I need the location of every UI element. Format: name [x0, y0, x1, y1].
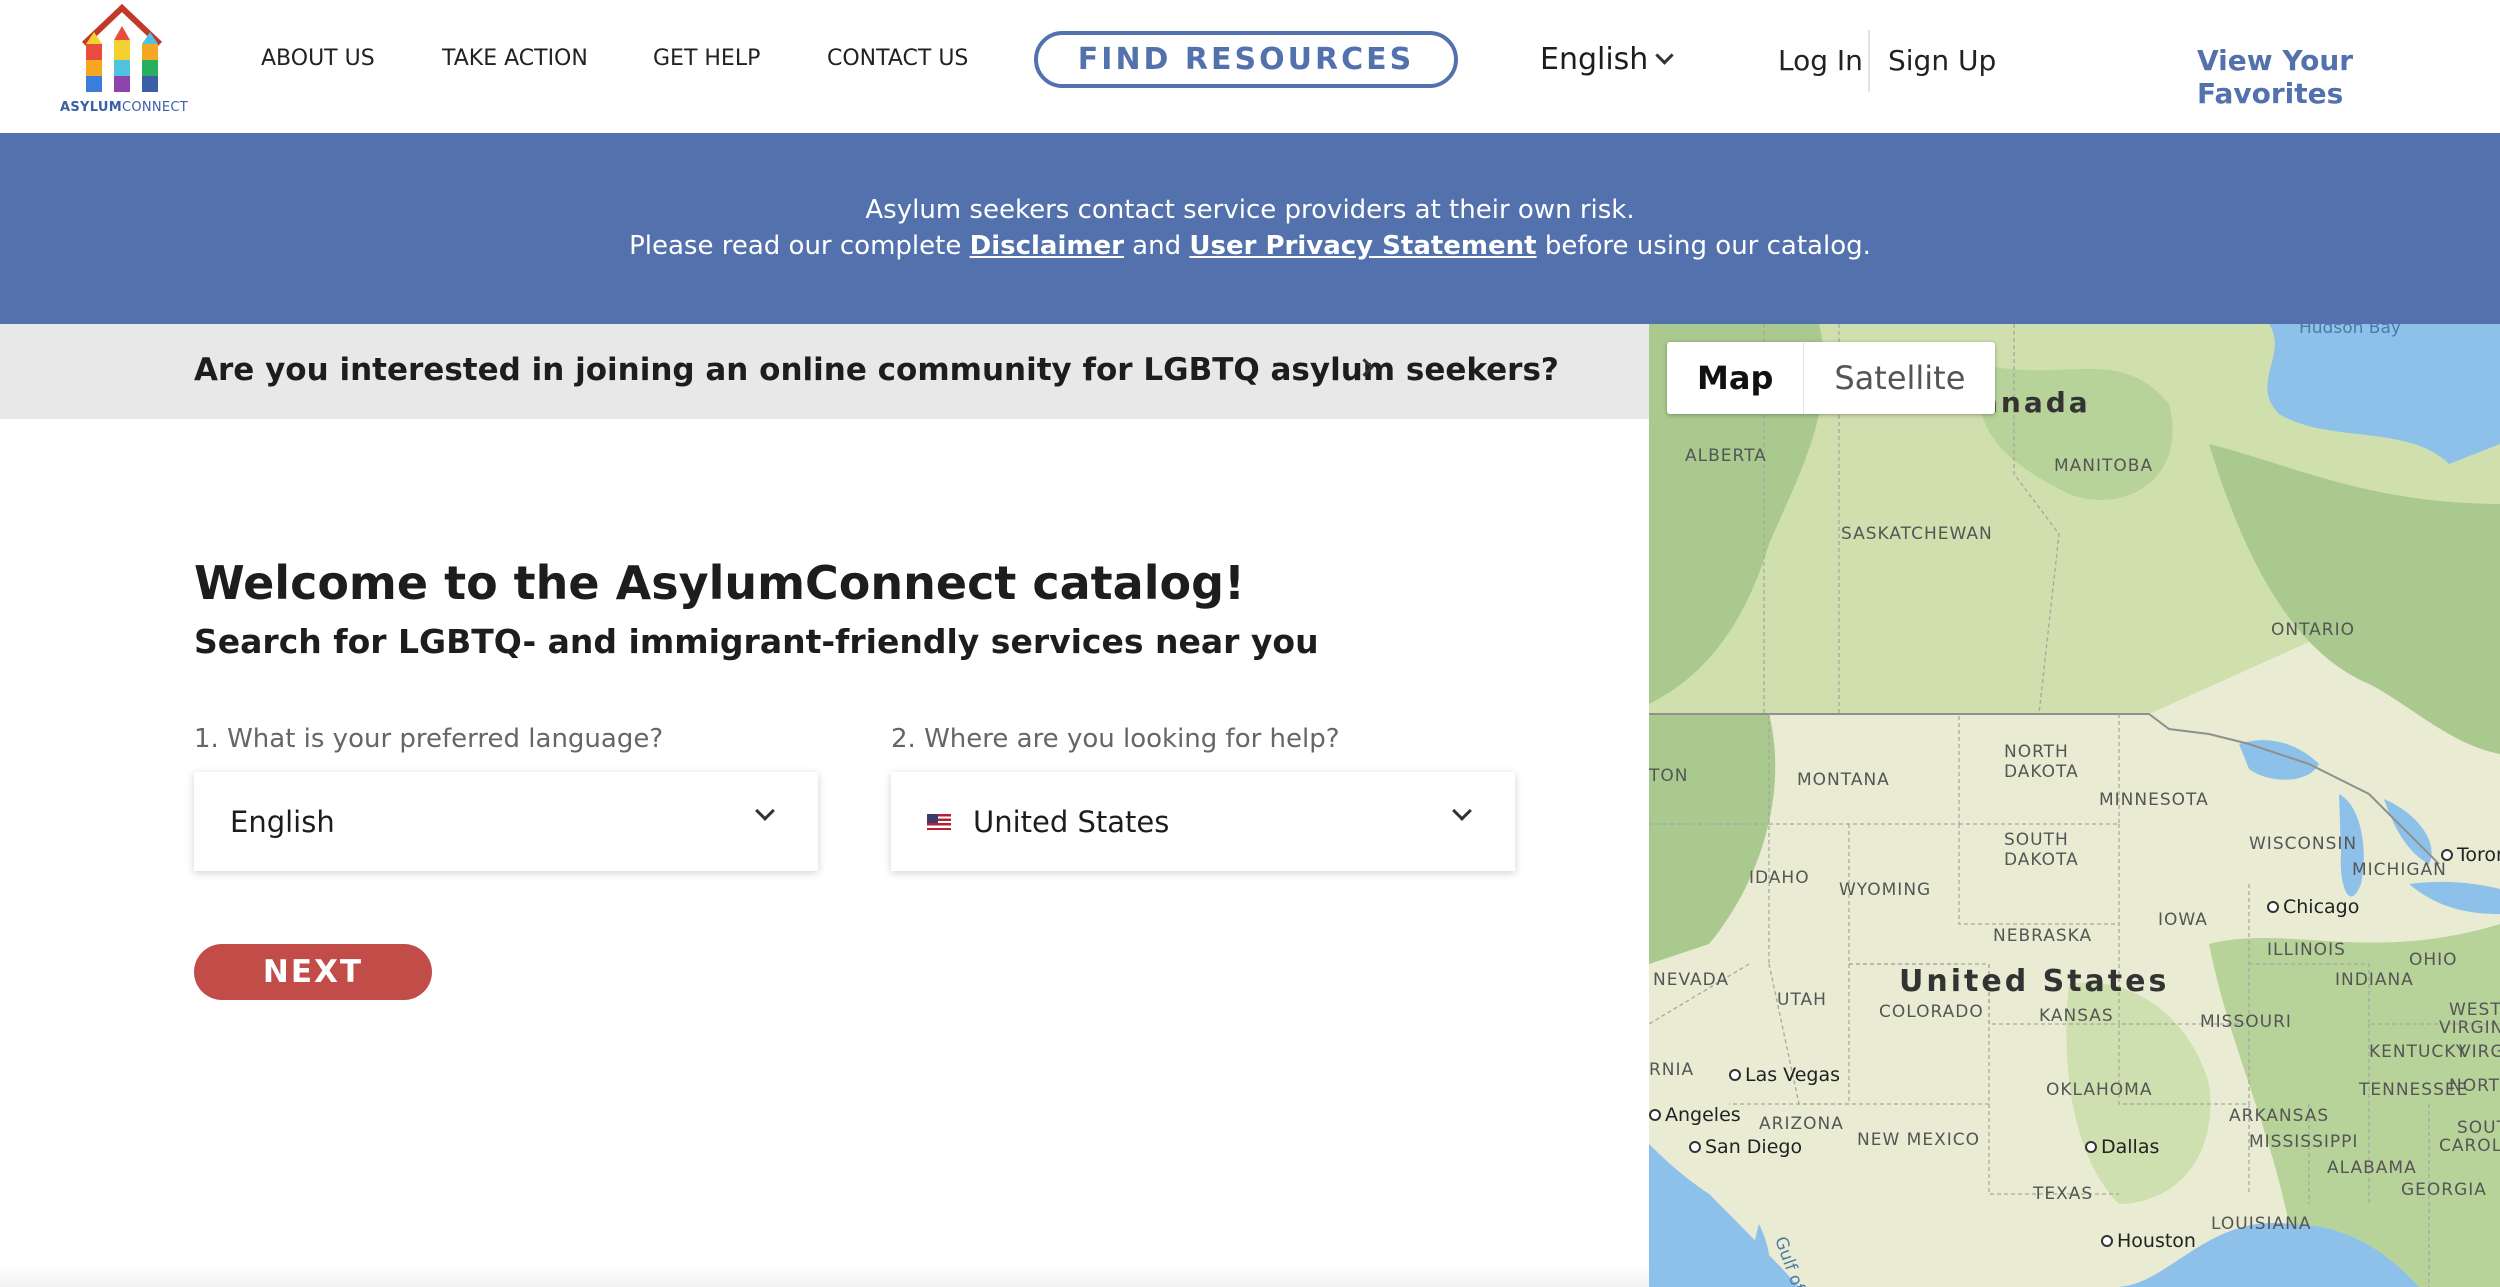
- map-label-california: RNIA: [1649, 1060, 1695, 1080]
- map-label-illinois: ILLINOIS: [2267, 940, 2346, 960]
- map-label-oklahoma: OKLAHOMA: [2046, 1080, 2153, 1100]
- map-label-hudson-bay: Hudson Bay: [2299, 324, 2401, 338]
- language-question: 1. What is your preferred language?: [194, 724, 664, 754]
- map-type-map-button[interactable]: Map: [1667, 342, 1805, 414]
- disclaimer-link[interactable]: Disclaimer: [970, 231, 1124, 261]
- map-label-south-dakota-2: DAKOTA: [2004, 850, 2079, 870]
- page-bottom-fade: [0, 1265, 1649, 1287]
- asylumconnect-logo[interactable]: ASYLUMCONNECT: [60, 4, 189, 116]
- map-label-arkansas: ARKANSAS: [2229, 1106, 2330, 1126]
- map-label-new-mexico: NEW MEXICO: [1857, 1130, 1980, 1150]
- map-label-united-states: United States: [1899, 964, 2170, 999]
- next-button[interactable]: NEXT: [194, 944, 432, 1000]
- map-label-wisconsin: WISCONSIN: [2249, 834, 2358, 854]
- map-label-michigan: MICHIGAN: [2352, 860, 2447, 880]
- map-label-west-virginia: WEST: [2449, 1000, 2500, 1020]
- nav-contact-us[interactable]: CONTACT US: [827, 46, 968, 71]
- map-label-georgia: GEORGIA: [2401, 1180, 2487, 1200]
- map-label-canada: anada: [1979, 386, 2091, 419]
- map-label-montana: MONTANA: [1797, 770, 1890, 790]
- map-type-satellite-button[interactable]: Satellite: [1804, 342, 1995, 414]
- map-label-south-dakota: SOUTH: [2004, 830, 2069, 850]
- map-label-texas: TEXAS: [2033, 1184, 2094, 1204]
- site-header: ASYLUMCONNECT ABOUT US TAKE ACTION GET H…: [0, 0, 2500, 133]
- nav-get-help[interactable]: GET HELP: [653, 46, 760, 71]
- map-label-kansas: KANSAS: [2039, 1006, 2114, 1026]
- community-prompt-text: Are you interested in joining an online …: [194, 352, 1559, 388]
- map-label-south-carolina: SOUTH: [2457, 1118, 2500, 1138]
- map-label-indiana: INDIANA: [2335, 970, 2414, 990]
- map-city-houston: Houston: [2101, 1230, 2196, 1252]
- page-subtitle: Search for LGBTQ- and immigrant-friendly…: [194, 622, 1319, 661]
- us-flag-icon: [927, 813, 951, 830]
- map-city-los-angeles: Angeles: [1649, 1104, 1741, 1126]
- map-city-toronto: Toront: [2441, 844, 2500, 866]
- map-label-idaho: IDAHO: [1749, 868, 1810, 888]
- language-label: English: [1540, 42, 1649, 77]
- community-prompt[interactable]: Are you interested in joining an online …: [0, 324, 1649, 419]
- logo-wordmark: ASYLUMCONNECT: [60, 100, 189, 115]
- risk-notice: Asylum seekers contact service providers…: [865, 195, 1635, 225]
- language-dropdown-value: English: [230, 804, 335, 839]
- map-label-saskatchewan: SASKATCHEWAN: [1841, 524, 1993, 544]
- map-label-iowa: IOWA: [2158, 910, 2208, 930]
- map-label-south-carolina-2: CAROLINA: [2439, 1136, 2500, 1156]
- language-selector[interactable]: English: [1540, 42, 1675, 77]
- location-dropdown[interactable]: United States: [891, 772, 1515, 871]
- signup-link[interactable]: Sign Up: [1888, 44, 1996, 77]
- map-label-north-carolina: NORTH CAROL: [2449, 1076, 2500, 1096]
- chevron-down-icon: [1655, 46, 1675, 65]
- nav-about-us[interactable]: ABOUT US: [261, 46, 375, 71]
- privacy-statement-link[interactable]: User Privacy Statement: [1189, 231, 1536, 261]
- disclaimer-notice: Please read our complete Disclaimer and …: [629, 231, 1871, 261]
- view-favorites-link[interactable]: View Your Favorites: [2197, 44, 2500, 110]
- map-label-nevada: NEVADA: [1653, 970, 1730, 990]
- location-dropdown-value: United States: [973, 804, 1170, 839]
- disclaimer-banner: Asylum seekers contact service providers…: [0, 133, 2500, 324]
- map-label-utah: UTAH: [1777, 990, 1827, 1010]
- map-type-toggle: Map Satellite: [1667, 342, 1996, 414]
- map-label-alabama: ALABAMA: [2327, 1158, 2417, 1178]
- login-link[interactable]: Log In: [1778, 44, 1863, 77]
- map-city-chicago: Chicago: [2267, 896, 2359, 918]
- map-city-las-vegas: Las Vegas: [1729, 1064, 1840, 1086]
- map-city-dallas: Dallas: [2085, 1136, 2159, 1158]
- chevron-down-icon: [1452, 801, 1472, 821]
- page-title: Welcome to the AsylumConnect catalog!: [194, 556, 1245, 610]
- map-label-west-virginia-2: VIRGINIA: [2439, 1018, 2500, 1038]
- map-label-colorado: COLORADO: [1879, 1002, 1984, 1022]
- map-label-virginia: VIRGIN: [2459, 1042, 2500, 1062]
- map-label-minnesota: MINNESOTA: [2099, 790, 2209, 810]
- map-label-alberta: ALBERTA: [1685, 446, 1767, 466]
- map-label-kentucky: KENTUCKY: [2369, 1042, 2468, 1062]
- house-logo-icon: [81, 4, 163, 92]
- map-label-louisiana: LOUISIANA: [2211, 1214, 2312, 1234]
- map-label-north-dakota-2: DAKOTA: [2004, 762, 2079, 782]
- nav-take-action[interactable]: TAKE ACTION: [442, 46, 588, 71]
- chevron-down-icon: [755, 801, 775, 821]
- map-label-nebraska: NEBRASKA: [1993, 926, 2093, 946]
- map-label-mississippi: MISSISSIPPI: [2249, 1132, 2359, 1152]
- location-question: 2. Where are you looking for help?: [891, 724, 1340, 754]
- resource-map[interactable]: Hudson Bay anada ALBERTA MANITOBA SASKAT…: [1649, 324, 2500, 1287]
- header-divider: [1868, 30, 1870, 92]
- map-label-arizona: ARIZONA: [1759, 1114, 1844, 1134]
- map-label-manitoba: MANITOBA: [2054, 456, 2154, 476]
- map-label-ton: TON: [1649, 766, 1689, 786]
- map-city-san-diego: San Diego: [1689, 1136, 1802, 1158]
- map-label-ohio: OHIO: [2409, 950, 2458, 970]
- map-label-north-dakota: NORTH: [2004, 742, 2069, 762]
- map-label-ontario: ONTARIO: [2271, 620, 2355, 640]
- map-label-wyoming: WYOMING: [1839, 880, 1932, 900]
- find-resources-button[interactable]: FIND RESOURCES: [1034, 31, 1458, 88]
- map-label-missouri: MISSOURI: [2200, 1012, 2292, 1032]
- language-dropdown[interactable]: English: [194, 772, 818, 871]
